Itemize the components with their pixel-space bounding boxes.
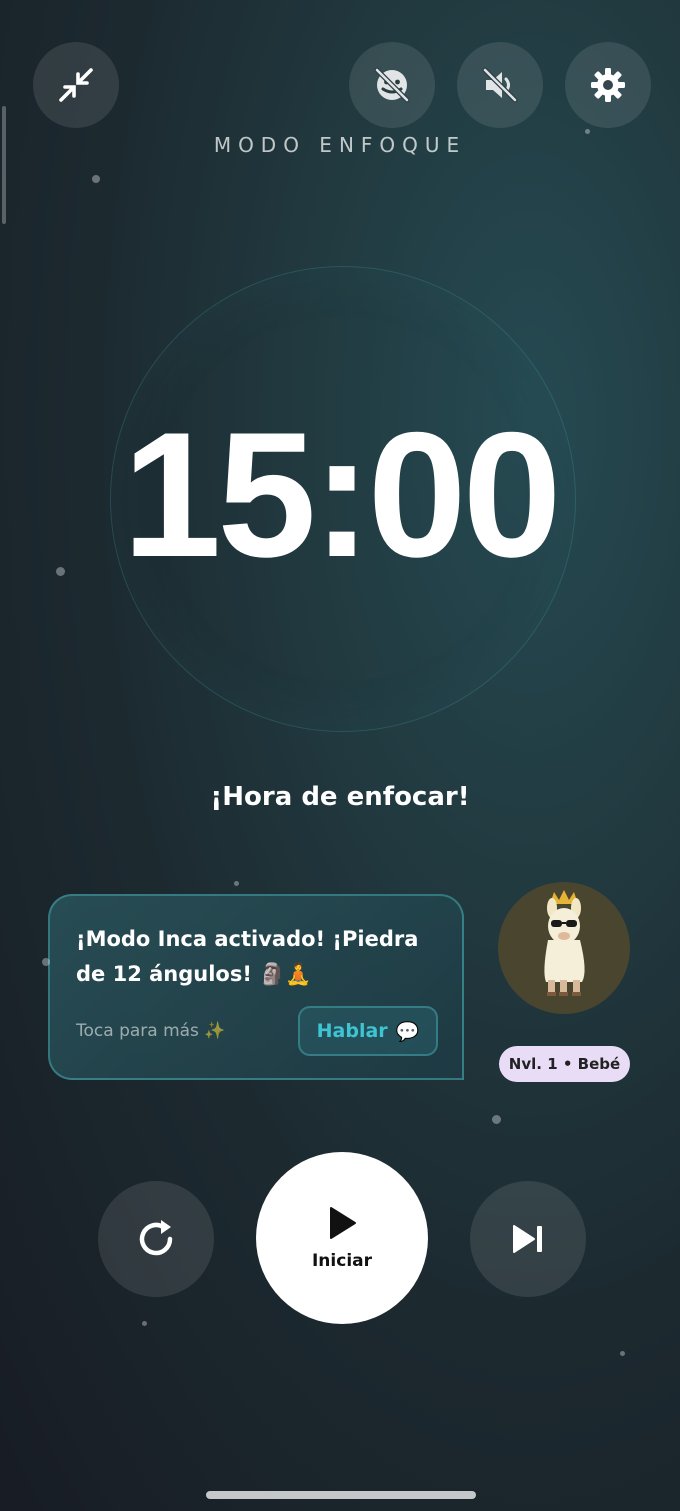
restart-icon (139, 1220, 173, 1256)
home-indicator[interactable] (206, 1491, 476, 1499)
background-particle (142, 1321, 147, 1326)
background-particle (492, 1115, 501, 1124)
background-particle (92, 175, 100, 183)
focus-off-icon (374, 67, 410, 103)
reset-button[interactable] (98, 1181, 214, 1297)
minimize-button[interactable] (33, 42, 119, 128)
background-particle (234, 881, 239, 886)
minimize-arrows-icon (59, 68, 93, 102)
volume-off-icon (482, 67, 518, 103)
background-particle (585, 129, 590, 134)
scroll-indicator[interactable] (2, 106, 6, 224)
settings-button[interactable] (565, 42, 651, 128)
tap-hint: Toca para más ✨ (76, 1021, 226, 1041)
background-particle (42, 958, 50, 966)
talk-button[interactable]: Hablar 💬 (298, 1006, 438, 1056)
speech-bubble-icon: 💬 (395, 1020, 420, 1043)
play-icon (330, 1207, 356, 1239)
start-label: Iniciar (311, 1251, 372, 1271)
llama-with-crown-icon (544, 890, 585, 996)
skip-button[interactable] (470, 1181, 586, 1297)
background-particle (56, 567, 65, 576)
timer-display: 15:00 (122, 395, 561, 594)
start-button[interactable]: Iniciar (256, 1152, 428, 1324)
mode-title: MODO ENFOQUE (213, 133, 467, 157)
focus-status-text: ¡Hora de enfocar! (210, 782, 470, 812)
level-badge: Nvl. 1 • Bebé (499, 1046, 630, 1082)
mute-button[interactable] (457, 42, 543, 128)
skip-next-icon (513, 1225, 542, 1253)
background-particle (620, 1351, 625, 1356)
focus-toggle-button[interactable] (349, 42, 435, 128)
mascot-speech-bubble[interactable]: ¡Modo Inca activado! ¡Piedra de 12 ángul… (48, 894, 464, 1080)
talk-label: Hablar (316, 1020, 388, 1042)
gear-icon (591, 68, 625, 102)
mascot-avatar[interactable] (498, 882, 630, 1014)
mascot-message: ¡Modo Inca activado! ¡Piedra de 12 ángul… (76, 927, 419, 986)
